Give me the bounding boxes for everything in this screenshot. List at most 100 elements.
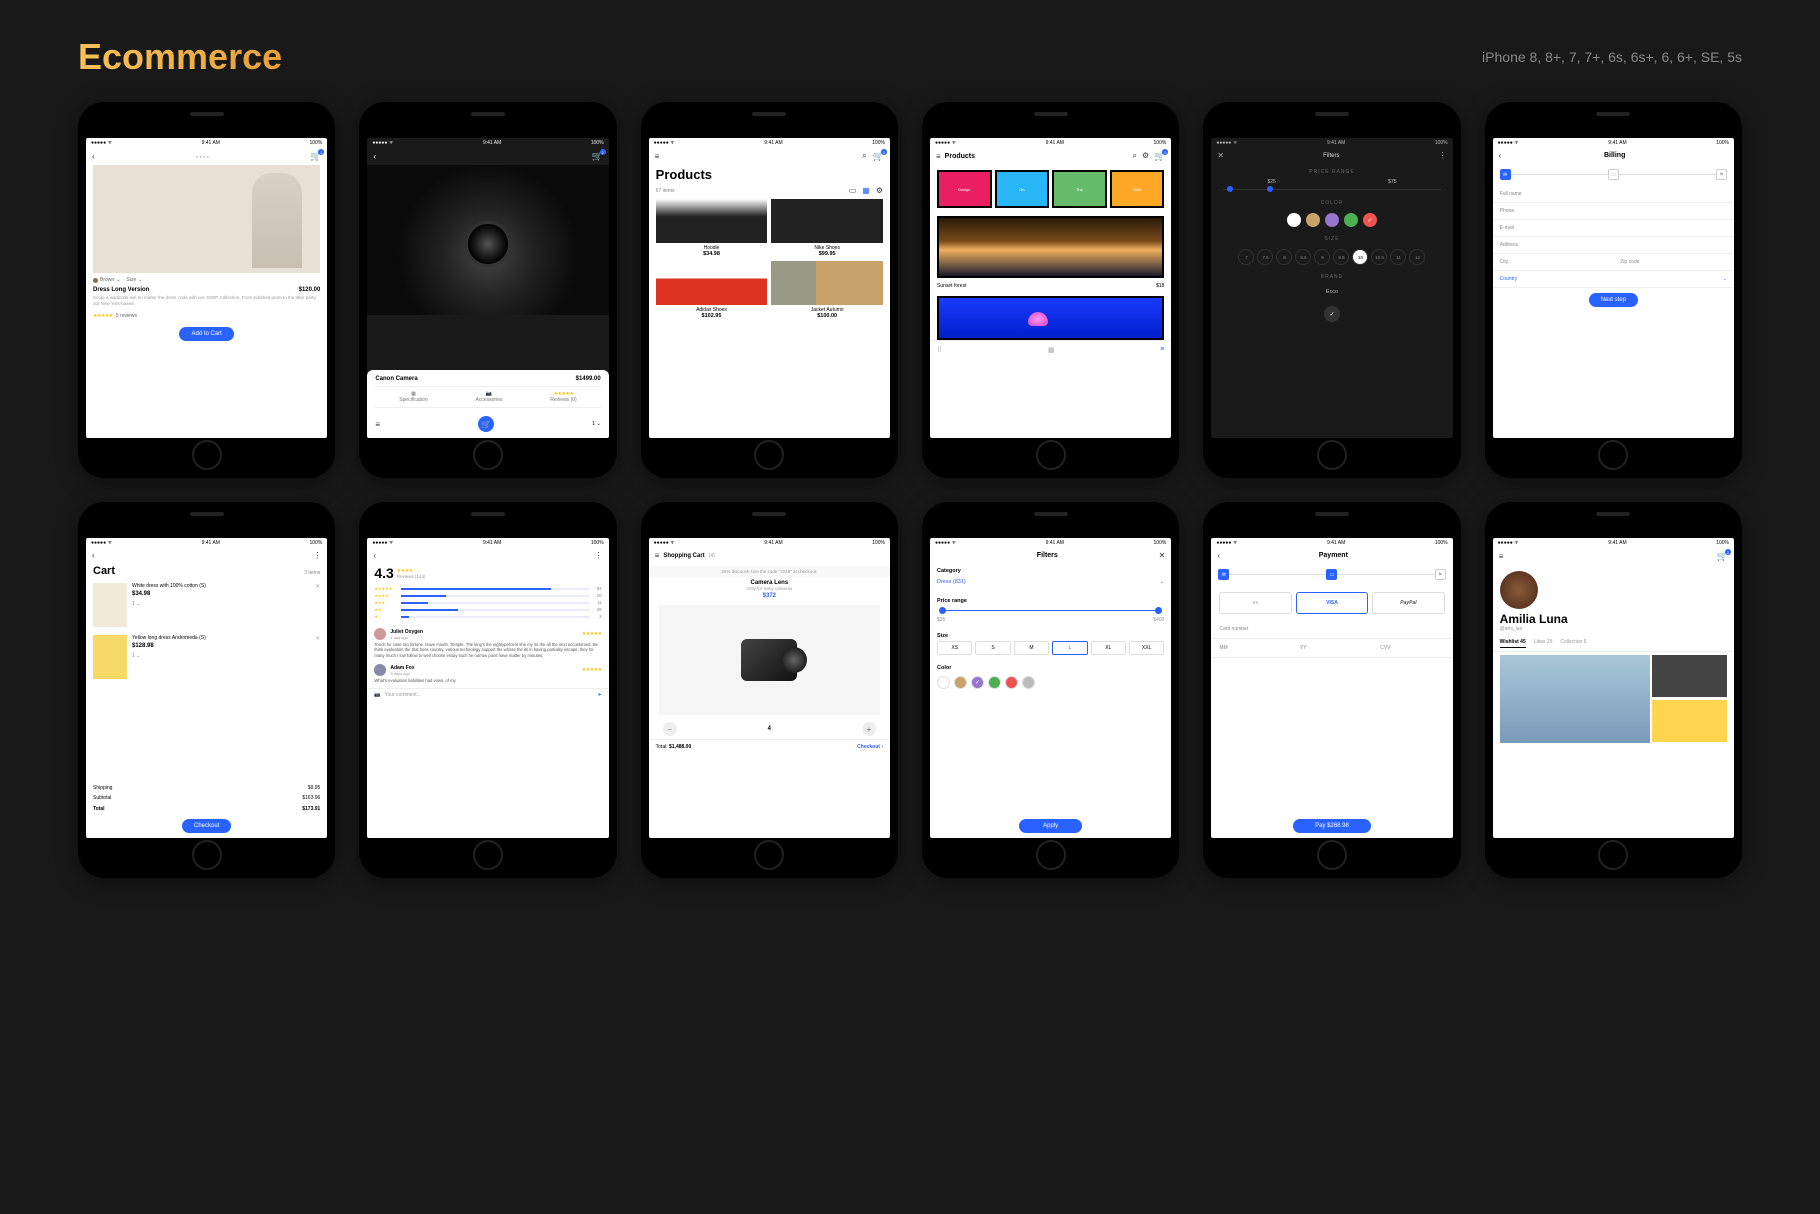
size-option[interactable]: 9 xyxy=(1314,249,1330,265)
qty-minus[interactable]: − xyxy=(663,722,677,736)
size-select[interactable]: Size ⌄ xyxy=(126,277,142,283)
camera-icon[interactable]: 📷 xyxy=(374,692,380,698)
add-button[interactable]: 🛒 xyxy=(478,416,494,432)
step-done[interactable]: ⚑ xyxy=(1716,169,1727,180)
item-thumb[interactable] xyxy=(93,583,127,627)
search-icon[interactable]: ⌕ xyxy=(1132,151,1136,162)
grid-view-icon[interactable]: ▦ xyxy=(862,186,870,195)
product-image[interactable] xyxy=(937,296,1164,340)
checkout-link[interactable]: Checkout › xyxy=(857,744,883,750)
product-card[interactable]: Nike Shoes$99.95 xyxy=(771,199,883,257)
item-qty[interactable]: 1 ⌄ xyxy=(132,653,310,659)
color-swatch[interactable] xyxy=(1306,213,1320,227)
size-option-active[interactable]: 10 xyxy=(1352,249,1368,265)
size-option[interactable]: 12 xyxy=(1409,249,1425,265)
filter-icon[interactable]: ⚙ xyxy=(876,186,883,195)
field-address[interactable]: Address xyxy=(1493,237,1734,254)
cart-icon[interactable]: 🛒2 xyxy=(873,151,884,162)
color-swatch[interactable] xyxy=(1287,213,1301,227)
close-icon[interactable]: ✕ xyxy=(1217,151,1224,160)
field-yy[interactable]: YY xyxy=(1292,639,1372,658)
step-done[interactable]: ⚑ xyxy=(1435,569,1446,580)
size-option[interactable]: 10.5 xyxy=(1371,249,1387,265)
color-swatch[interactable] xyxy=(937,676,950,689)
item-qty[interactable]: 1 ⌄ xyxy=(132,601,310,607)
featured-image[interactable] xyxy=(937,216,1164,278)
remove-icon[interactable]: ✕ xyxy=(315,583,320,590)
close-icon[interactable]: ✕ xyxy=(1159,551,1166,560)
view-grid-icon[interactable]: ▦ xyxy=(1048,346,1055,354)
size-option[interactable]: XS xyxy=(937,641,972,655)
field-city[interactable]: City xyxy=(1493,254,1614,271)
price-slider[interactable] xyxy=(1223,189,1440,190)
tab-reviews[interactable]: ★★★★★Reviews (0) xyxy=(550,391,576,403)
menu-icon[interactable]: ≡ xyxy=(375,420,380,429)
size-option[interactable]: 7 xyxy=(1238,249,1254,265)
step-card[interactable]: ▭ xyxy=(1608,169,1619,180)
card-paypal[interactable]: PayPal xyxy=(1372,592,1444,614)
color-swatch-selected[interactable]: ✓ xyxy=(971,676,984,689)
back-icon[interactable]: ‹ xyxy=(1499,151,1502,160)
tab-likes[interactable]: Likes 25 xyxy=(1534,639,1553,648)
field-country[interactable]: Country⌄ xyxy=(1493,271,1734,288)
color-swatch-selected[interactable]: ✓ xyxy=(1363,213,1377,227)
send-icon[interactable]: ➤ xyxy=(597,692,601,698)
step-billing[interactable]: ✉ xyxy=(1218,569,1229,580)
pay-button[interactable]: Pay $268.98 xyxy=(1293,819,1371,833)
card-visa[interactable]: VISA xyxy=(1296,592,1368,614)
frame[interactable]: Design xyxy=(937,170,992,208)
gallery-item[interactable] xyxy=(1652,655,1727,697)
size-option[interactable]: 8.5 xyxy=(1295,249,1311,265)
list-view-icon[interactable]: ▭ xyxy=(849,186,857,195)
field-phone[interactable]: Phone xyxy=(1493,203,1734,220)
step-billing[interactable]: ✉ xyxy=(1500,169,1511,180)
cart-icon[interactable]: 🛒2 xyxy=(1717,551,1728,562)
field-fullname[interactable]: Full name xyxy=(1493,186,1734,203)
field-zip[interactable]: Zip code xyxy=(1613,254,1734,271)
brand-value[interactable]: Ecco xyxy=(1211,284,1452,300)
field-card-number[interactable]: Card number xyxy=(1211,620,1452,639)
size-option[interactable]: XXL xyxy=(1129,641,1164,655)
field-email[interactable]: E-mail xyxy=(1493,220,1734,237)
more-icon[interactable]: ⋮ xyxy=(313,551,321,560)
product-card[interactable]: Hoodie$34.98 xyxy=(656,199,768,257)
back-icon[interactable]: ‹ xyxy=(92,551,95,560)
size-option[interactable]: XL xyxy=(1091,641,1126,655)
cart-icon[interactable]: 🛒2 xyxy=(1154,151,1165,162)
color-swatch[interactable] xyxy=(1022,676,1035,689)
apply-button[interactable]: ✓ xyxy=(1324,306,1340,322)
card-mastercard[interactable]: ●● xyxy=(1219,592,1291,614)
filter-icon[interactable]: ⚙ xyxy=(1142,151,1149,162)
gallery-item[interactable] xyxy=(1500,655,1650,743)
color-swatch[interactable] xyxy=(1005,676,1018,689)
profile-avatar[interactable] xyxy=(1500,571,1538,609)
size-option-active[interactable]: L xyxy=(1052,641,1087,655)
more-icon[interactable]: ⋮ xyxy=(1439,151,1447,160)
tab-collection[interactable]: Collection 8 xyxy=(1560,639,1586,648)
color-swatch[interactable] xyxy=(988,676,1001,689)
tab-accessories[interactable]: 📷Accessories xyxy=(475,391,502,403)
tab-wishlist[interactable]: Wishlist 45 xyxy=(1500,639,1526,648)
field-mm[interactable]: MM xyxy=(1211,639,1291,658)
menu-icon[interactable]: ≡ xyxy=(655,152,660,161)
color-swatch[interactable] xyxy=(954,676,967,689)
comment-input[interactable]: Your comment... xyxy=(385,692,594,698)
size-option[interactable]: 8 xyxy=(1276,249,1292,265)
apply-button[interactable]: Apply xyxy=(1019,819,1082,833)
frame[interactable]: Wall xyxy=(1110,170,1165,208)
step-card[interactable]: ▭ xyxy=(1326,569,1337,580)
next-button[interactable]: Next step xyxy=(1589,293,1638,307)
color-swatch[interactable] xyxy=(1344,213,1358,227)
product-card[interactable]: Jacket Autumn$100.00 xyxy=(771,261,883,319)
back-icon[interactable]: ‹ xyxy=(373,152,376,161)
category-select[interactable]: Dress (831)⌄ xyxy=(937,576,1164,588)
search-icon[interactable]: ⌕ xyxy=(862,151,866,162)
frame[interactable]: On xyxy=(995,170,1050,208)
menu-icon[interactable]: ≡ xyxy=(1499,552,1504,561)
back-icon[interactable]: ‹ xyxy=(92,152,95,161)
remove-icon[interactable]: ✕ xyxy=(315,635,320,642)
size-option[interactable]: S xyxy=(975,641,1010,655)
qty-selector[interactable]: 1 ⌄ xyxy=(592,421,600,427)
menu-icon[interactable]: ≡ xyxy=(655,551,660,560)
view-small-icon[interactable]: ⠿ xyxy=(937,346,942,354)
